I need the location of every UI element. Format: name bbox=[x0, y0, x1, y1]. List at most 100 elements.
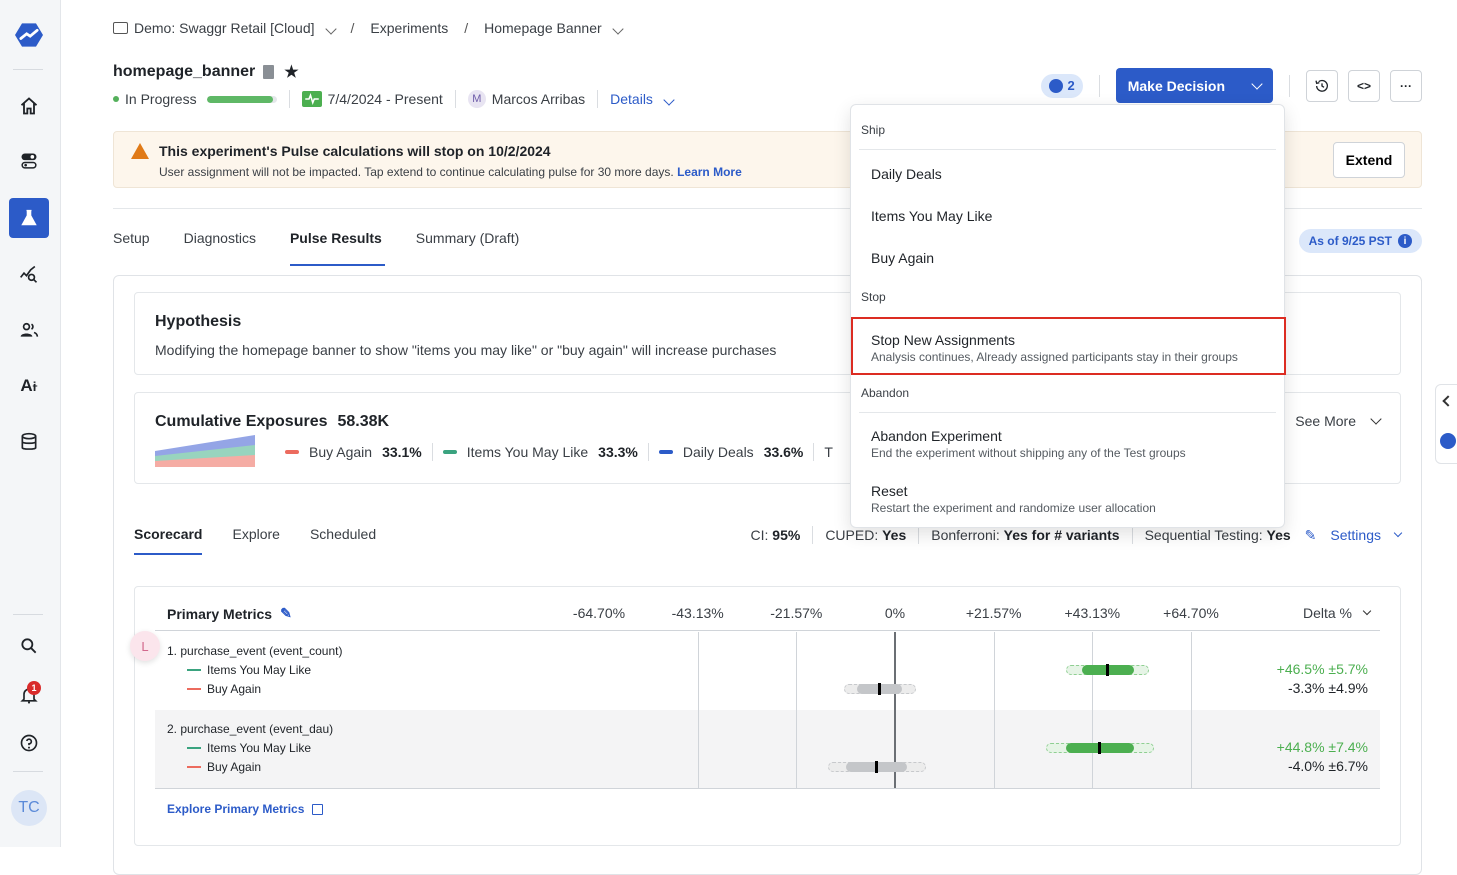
menu-section-stop: Stop bbox=[861, 290, 886, 304]
tab-pulse-results[interactable]: Pulse Results bbox=[290, 230, 382, 258]
edit-pencil-icon[interactable]: ✎ bbox=[280, 605, 292, 622]
confidence-interval-bar[interactable] bbox=[844, 684, 916, 694]
menu-item-description: Analysis continues, Already assigned par… bbox=[871, 350, 1238, 364]
code-button[interactable]: <> bbox=[1348, 70, 1380, 102]
tab-scheduled[interactable]: Scheduled bbox=[310, 526, 376, 542]
database-icon[interactable] bbox=[9, 422, 49, 462]
history-icon bbox=[1314, 78, 1330, 94]
users-icon[interactable] bbox=[9, 310, 49, 350]
reviewers-pill[interactable]: 2 bbox=[1041, 74, 1083, 98]
star-icon[interactable]: ★ bbox=[284, 62, 298, 82]
side-panel-toggle[interactable] bbox=[1435, 384, 1457, 464]
legend-name: Buy Again bbox=[309, 444, 372, 460]
legend-item: Buy Again 33.1% bbox=[275, 444, 432, 460]
exposures-title-label: Cumulative Exposures bbox=[155, 413, 328, 430]
more-options-button[interactable]: ··· bbox=[1390, 70, 1422, 102]
statsig-logo-icon[interactable] bbox=[9, 15, 49, 55]
delta-value: +44.8% ±7.4% bbox=[1277, 739, 1368, 755]
chart-search-icon[interactable] bbox=[9, 254, 49, 294]
confidence-interval-bar[interactable] bbox=[828, 762, 926, 772]
legend-pct: 33.1% bbox=[382, 444, 422, 460]
cuped-label: CUPED: bbox=[825, 527, 878, 543]
legend-swatch bbox=[443, 450, 457, 454]
variant-label: Items You May Like bbox=[187, 663, 311, 677]
status-dot bbox=[113, 96, 119, 102]
hypothesis-text: Modifying the homepage banner to show "i… bbox=[155, 342, 776, 358]
metric-name: 2. purchase_event (event_dau) bbox=[167, 722, 333, 736]
breadcrumb-separator: / bbox=[351, 20, 355, 36]
warning-icon bbox=[131, 143, 149, 159]
breadcrumb-page[interactable]: Homepage Banner bbox=[484, 20, 622, 36]
menu-item-stop-new-assignments[interactable]: Stop New Assignments Analysis continues,… bbox=[871, 332, 1238, 364]
menu-item-ship-daily-deals[interactable]: Daily Deals bbox=[871, 166, 942, 182]
grid-line bbox=[1191, 632, 1192, 710]
progress-fill bbox=[207, 96, 274, 103]
make-decision-label: Make Decision bbox=[1128, 78, 1225, 94]
tab-summary[interactable]: Summary (Draft) bbox=[416, 230, 519, 258]
scorecard-header: Primary Metrics✎ -64.70% -43.13% -21.57%… bbox=[155, 605, 1380, 631]
zero-axis-line bbox=[894, 632, 896, 710]
owner-name: Marcos Arribas bbox=[492, 91, 585, 107]
info-icon: i bbox=[1398, 234, 1412, 248]
explore-primary-metrics-link[interactable]: Explore Primary Metrics bbox=[167, 802, 323, 816]
ai-sparkle-icon[interactable]: Ai+ bbox=[9, 366, 49, 406]
scorecard-table: Primary Metrics✎ -64.70% -43.13% -21.57%… bbox=[134, 586, 1401, 846]
metric-row[interactable]: 2. purchase_event (event_dau) Items You … bbox=[155, 710, 1380, 788]
make-decision-menu: Ship Daily Deals Items You May Like Buy … bbox=[850, 104, 1285, 528]
as-of-badge[interactable]: As of 9/25 PST i bbox=[1299, 229, 1422, 253]
breadcrumb: Demo: Swaggr Retail [Cloud] / Experiment… bbox=[113, 20, 622, 36]
comment-avatar[interactable]: L bbox=[130, 631, 160, 661]
user-avatar[interactable]: TC bbox=[11, 790, 47, 826]
see-more-toggle[interactable]: See More bbox=[1295, 413, 1380, 429]
make-decision-button[interactable]: Make Decision bbox=[1116, 68, 1273, 103]
menu-item-ship-items-you-may-like[interactable]: Items You May Like bbox=[871, 208, 992, 224]
variant-swatch bbox=[187, 669, 201, 671]
flask-icon[interactable] bbox=[9, 198, 49, 238]
menu-item-ship-buy-again[interactable]: Buy Again bbox=[871, 250, 934, 266]
toggle-icon[interactable] bbox=[9, 141, 49, 181]
legend-pct: 33.6% bbox=[764, 444, 804, 460]
metric-row[interactable]: 1. purchase_event (event_count) Items Yo… bbox=[155, 632, 1380, 710]
exposures-title: Cumulative Exposures58.38K bbox=[155, 413, 389, 431]
grid-line bbox=[994, 710, 995, 788]
legend-name: Items You May Like bbox=[467, 444, 588, 460]
bonferroni-label: Bonferroni: bbox=[931, 527, 999, 543]
tab-explore[interactable]: Explore bbox=[232, 526, 279, 542]
history-button[interactable] bbox=[1306, 70, 1338, 102]
axis-tick-label: +64.70% bbox=[1163, 605, 1219, 621]
confidence-interval-bar[interactable] bbox=[1066, 665, 1149, 675]
tab-diagnostics[interactable]: Diagnostics bbox=[184, 230, 256, 258]
menu-item-reset[interactable]: Reset Restart the experiment and randomi… bbox=[871, 483, 1156, 515]
chevron-down-icon bbox=[1251, 78, 1262, 89]
breadcrumb-project[interactable]: Demo: Swaggr Retail [Cloud] bbox=[134, 20, 335, 36]
delta-sort-dropdown[interactable]: Delta % bbox=[1303, 605, 1370, 621]
settings-dropdown[interactable]: Settings bbox=[1330, 527, 1401, 543]
meta-divider bbox=[597, 90, 598, 108]
chevron-down-icon bbox=[1394, 529, 1402, 537]
banner-title: This experiment's Pulse calculations wil… bbox=[159, 143, 551, 159]
help-icon[interactable] bbox=[9, 723, 49, 763]
edit-pencil-icon[interactable]: ✎ bbox=[1305, 527, 1317, 544]
menu-item-abandon-experiment[interactable]: Abandon Experiment End the experiment wi… bbox=[871, 428, 1186, 460]
legend-item: Daily Deals33.6% bbox=[649, 444, 814, 460]
axis-tick-label: -43.13% bbox=[672, 605, 724, 621]
tab-scorecard[interactable]: Scorecard bbox=[134, 526, 202, 542]
settings-label: Settings bbox=[1330, 527, 1381, 543]
variant-label: Buy Again bbox=[187, 682, 261, 696]
search-icon[interactable] bbox=[9, 626, 49, 666]
hypothesis-title: Hypothesis bbox=[155, 313, 241, 331]
breadcrumb-section[interactable]: Experiments bbox=[370, 20, 448, 36]
chevron-down-icon bbox=[663, 94, 674, 105]
details-toggle[interactable]: Details bbox=[610, 91, 673, 107]
home-icon[interactable] bbox=[9, 86, 49, 126]
bell-icon[interactable]: 1 bbox=[9, 675, 49, 715]
point-estimate-mark bbox=[878, 683, 881, 695]
learn-more-link[interactable]: Learn More bbox=[677, 165, 742, 179]
metric-name: 1. purchase_event (event_count) bbox=[167, 644, 342, 658]
extend-button[interactable]: Extend bbox=[1333, 142, 1405, 178]
copy-icon[interactable] bbox=[263, 65, 274, 79]
variant-name: Buy Again bbox=[207, 760, 261, 774]
tab-setup[interactable]: Setup bbox=[113, 230, 150, 258]
confidence-interval-bar[interactable] bbox=[1046, 743, 1154, 753]
variant-swatch bbox=[187, 766, 201, 768]
